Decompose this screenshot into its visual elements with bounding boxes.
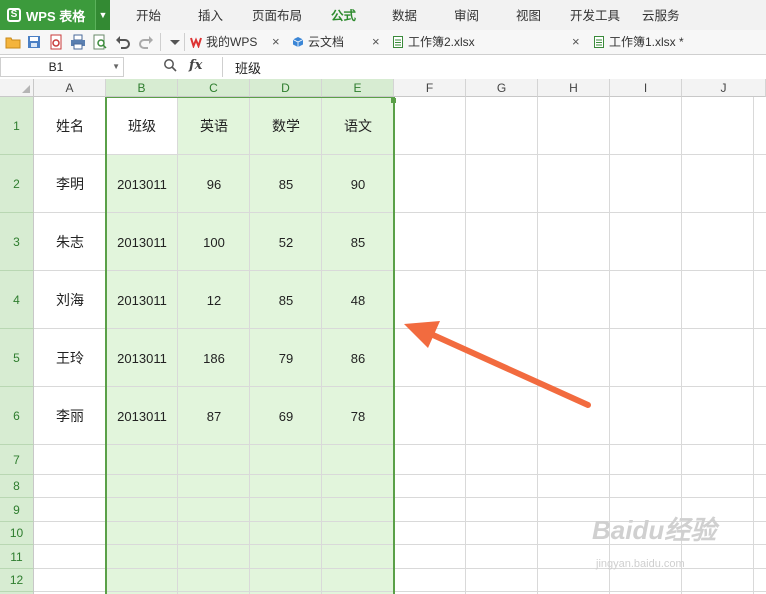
column-header-F[interactable]: F <box>394 79 466 97</box>
save-icon[interactable] <box>26 34 42 50</box>
row-header-6[interactable]: 6 <box>0 387 34 445</box>
name-box[interactable]: B1 ▼ <box>0 57 124 77</box>
cell-A3[interactable]: 朱志 <box>34 213 106 271</box>
row-header-2[interactable]: 2 <box>0 155 34 213</box>
menu-page-layout[interactable]: 页面布局 <box>252 0 302 30</box>
row-header-4[interactable]: 4 <box>0 271 34 329</box>
toolbar-separator <box>184 33 185 51</box>
formula-bar: B1 ▼ fx 班级 <box>0 55 766 80</box>
menu-cloud-service[interactable]: 云服务 <box>642 0 680 30</box>
tab-workbook2[interactable]: 工作簿2.xlsx <box>392 30 475 54</box>
cloud-cube-icon <box>292 37 304 47</box>
tab-close-icon[interactable]: × <box>572 30 580 54</box>
open-folder-icon[interactable] <box>5 34 21 50</box>
row-header-1[interactable]: 1 <box>0 97 34 155</box>
menu-review[interactable]: 审阅 <box>454 0 479 30</box>
menu-view[interactable]: 视图 <box>516 0 541 30</box>
cell-A1[interactable]: 姓名 <box>34 97 106 155</box>
tab-label: 云文档 <box>308 35 345 49</box>
print-icon[interactable] <box>70 34 86 50</box>
column-header-D[interactable]: D <box>250 79 322 97</box>
menu-bar: S WPS 表格 ▼ 开始 插入 页面布局 公式 数据 审阅 视图 开发工具 云… <box>0 0 766 31</box>
watermark-brand: Baidu经验 <box>592 515 717 545</box>
column-header-A[interactable]: A <box>34 79 106 97</box>
undo-icon[interactable] <box>115 34 131 50</box>
tab-cloud-docs[interactable]: 云文档 <box>292 30 344 54</box>
wps-s-icon: S <box>7 8 21 22</box>
select-all-corner[interactable] <box>0 79 34 97</box>
tab-close-icon[interactable]: × <box>272 30 280 54</box>
column-header-I[interactable]: I <box>610 79 682 97</box>
formula-separator <box>222 57 223 77</box>
tab-close-icon[interactable]: × <box>372 30 380 54</box>
magnifier-icon[interactable] <box>163 58 177 72</box>
sheet-file-icon <box>594 36 604 48</box>
column-gridline <box>537 97 538 594</box>
column-header-G[interactable]: G <box>466 79 538 97</box>
column-header-B[interactable]: B <box>106 79 178 97</box>
row-header-11[interactable]: 11 <box>0 545 34 569</box>
toolbar-separator <box>160 33 161 51</box>
row-header-9[interactable]: 9 <box>0 498 34 522</box>
column-header-E[interactable]: E <box>322 79 394 97</box>
tab-workbook1-active[interactable]: 工作簿1.xlsx * <box>593 30 684 54</box>
tab-label: 工作簿1.xlsx * <box>609 35 684 49</box>
tab-my-wps[interactable]: 我的WPS <box>190 30 257 54</box>
fill-handle[interactable] <box>391 98 396 103</box>
column-gridline <box>753 97 754 594</box>
baidu-watermark: Baidu经验 jingyan.baidu.com <box>592 510 717 570</box>
row-header-12[interactable]: 12 <box>0 569 34 592</box>
sheet-file-icon <box>393 36 403 48</box>
column-header-J[interactable]: J <box>682 79 766 97</box>
menu-data[interactable]: 数据 <box>392 0 417 30</box>
wps-app-button[interactable]: S WPS 表格 <box>0 0 95 30</box>
row-header-3[interactable]: 3 <box>0 213 34 271</box>
cell-A2[interactable]: 李明 <box>34 155 106 213</box>
selection-border <box>105 96 395 594</box>
cell-A5[interactable]: 王玲 <box>34 329 106 387</box>
tab-label: 工作簿2.xlsx <box>408 35 475 49</box>
column-header-C[interactable]: C <box>178 79 250 97</box>
cell-A4[interactable]: 刘海 <box>34 271 106 329</box>
more-dropdown-icon[interactable] <box>167 34 183 50</box>
row-header-7[interactable]: 7 <box>0 445 34 475</box>
wps-logo-icon <box>190 37 202 48</box>
menu-developer[interactable]: 开发工具 <box>570 0 620 30</box>
export-pdf-icon[interactable] <box>48 34 64 50</box>
menu-insert[interactable]: 插入 <box>198 0 223 30</box>
quick-toolbar: 我的WPS × 云文档 × 工作簿2.xlsx × 工作簿1.xlsx * <box>0 30 766 55</box>
redo-icon[interactable] <box>138 34 154 50</box>
cell-reference: B1 <box>48 60 64 74</box>
tab-label: 我的WPS <box>206 35 258 49</box>
column-header-H[interactable]: H <box>538 79 610 97</box>
watermark-url: jingyan.baidu.com <box>596 558 685 570</box>
insert-function-button[interactable]: fx <box>189 58 202 73</box>
print-preview-icon[interactable] <box>92 34 108 50</box>
cell-A6[interactable]: 李丽 <box>34 387 106 445</box>
menu-home[interactable]: 开始 <box>136 0 161 30</box>
menu-formulas[interactable]: 公式 <box>331 0 356 30</box>
column-gridline <box>465 97 466 594</box>
app-name: WPS 表格 <box>26 8 86 24</box>
formula-input[interactable]: 班级 <box>235 58 261 77</box>
app-menu-dropdown-icon[interactable]: ▼ <box>95 0 110 30</box>
name-box-dropdown-icon[interactable]: ▼ <box>112 58 120 76</box>
row-header-5[interactable]: 5 <box>0 329 34 387</box>
row-header-8[interactable]: 8 <box>0 475 34 498</box>
row-header-10[interactable]: 10 <box>0 522 34 545</box>
